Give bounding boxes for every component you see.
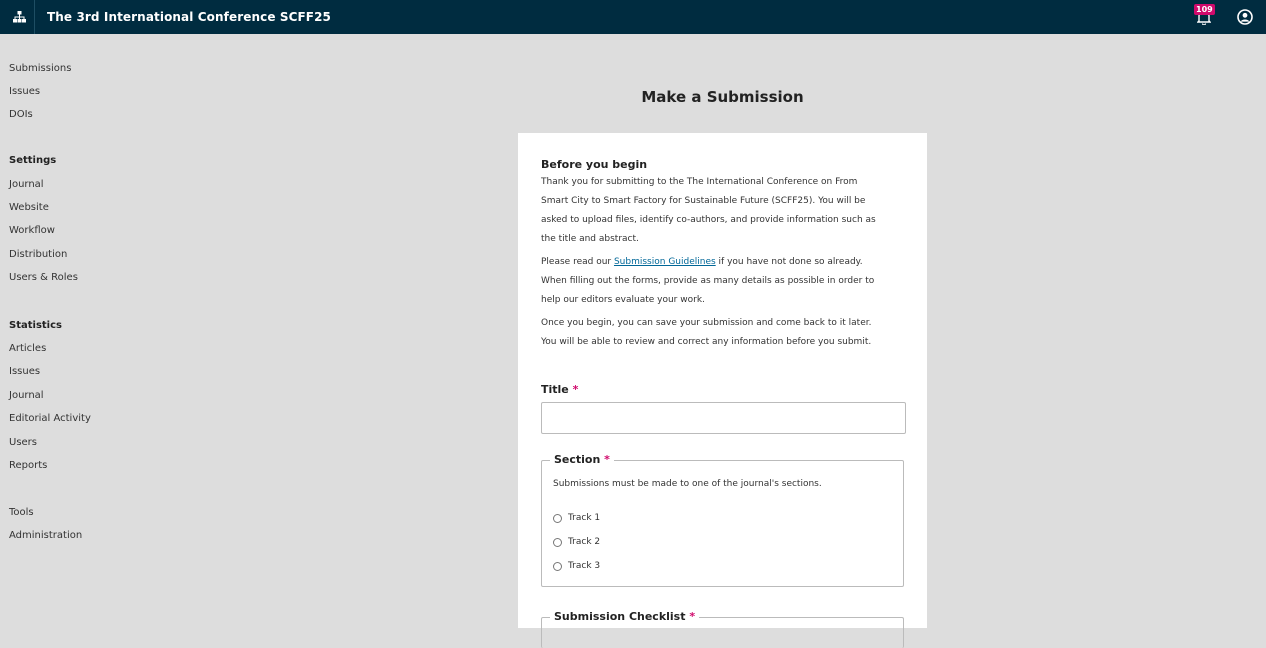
sidebar-item-website[interactable]: Website (9, 202, 49, 214)
sidebar-item-articles[interactable]: Articles (9, 343, 46, 355)
sidebar: Submissions Issues DOIs Settings Journal… (0, 34, 200, 628)
section-fieldset: Section * Submissions must be made to on… (541, 453, 904, 587)
app-title[interactable]: The 3rd International Conference SCFF25 (47, 10, 331, 24)
section-help-text: Submissions must be made to one of the j… (553, 479, 822, 489)
sidebar-item-journal[interactable]: Journal (9, 179, 44, 191)
sidebar-item-submissions[interactable]: Submissions (9, 63, 71, 75)
top-bar: The 3rd International Conference SCFF25 … (0, 0, 1266, 34)
sidebar-item-administration[interactable]: Administration (9, 530, 82, 542)
intro-paragraph-2: Please read our Submission Guidelines if… (541, 257, 875, 305)
submission-checklist-legend: Submission Checklist * (550, 610, 700, 624)
topbar-right: 109 (1186, 0, 1266, 34)
sidebar-item-workflow[interactable]: Workflow (9, 225, 55, 237)
sitemap-icon[interactable] (4, 0, 34, 34)
user-account-icon[interactable] (1228, 0, 1262, 34)
title-field-label: Title * (541, 383, 579, 396)
sidebar-item-editorial-activity[interactable]: Editorial Activity (9, 413, 91, 425)
sidebar-heading-settings: Settings (9, 155, 57, 166)
submission-form-card: Before you begin Thank you for submittin… (518, 133, 927, 648)
section-option-track-2[interactable]: Track 2 (553, 536, 600, 548)
sidebar-item-dois[interactable]: DOIs (9, 109, 33, 121)
required-asterisk: * (689, 610, 696, 623)
radio-button[interactable] (553, 513, 562, 523)
submission-checklist-fieldset: Submission Checklist * (541, 610, 904, 648)
title-input[interactable] (541, 402, 906, 434)
radio-button[interactable] (553, 561, 562, 571)
sidebar-item-distribution[interactable]: Distribution (9, 249, 67, 261)
before-you-begin-heading: Before you begin (541, 158, 648, 171)
required-asterisk: * (572, 383, 579, 396)
notification-badge: 109 (1194, 4, 1215, 15)
topbar-divider (34, 0, 35, 34)
intro-paragraph-3: Once you begin, you can save your submis… (541, 318, 872, 347)
sidebar-item-users[interactable]: Users (9, 437, 37, 449)
sidebar-item-issues[interactable]: Issues (9, 86, 40, 98)
sidebar-heading-statistics: Statistics (9, 320, 62, 331)
sidebar-item-stats-journal[interactable]: Journal (9, 390, 44, 402)
intro-section: Before you begin Thank you for submittin… (541, 158, 903, 352)
sidebar-item-stats-issues[interactable]: Issues (9, 366, 40, 378)
submission-guidelines-link[interactable]: Submission Guidelines (614, 257, 716, 267)
page-title: Make a Submission (641, 88, 804, 106)
notifications-button[interactable]: 109 (1186, 0, 1222, 34)
sidebar-item-users-roles[interactable]: Users & Roles (9, 272, 78, 284)
required-asterisk: * (604, 453, 610, 466)
sidebar-item-tools[interactable]: Tools (9, 507, 34, 519)
sidebar-item-reports[interactable]: Reports (9, 460, 47, 472)
radio-button[interactable] (553, 537, 562, 547)
section-legend: Section * (550, 453, 614, 467)
intro-paragraph-1: Thank you for submitting to the The Inte… (541, 177, 876, 244)
section-option-track-1[interactable]: Track 1 (553, 512, 600, 524)
section-option-track-3[interactable]: Track 3 (553, 560, 600, 572)
